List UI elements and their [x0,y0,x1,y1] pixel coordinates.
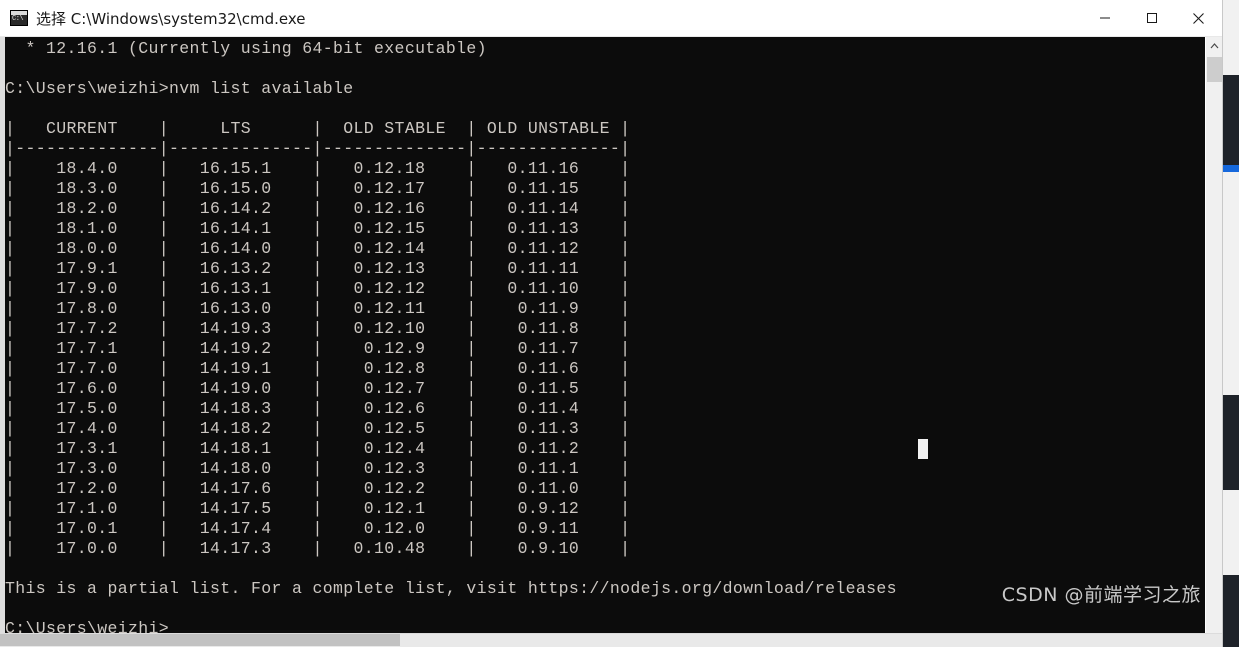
scroll-up-arrow[interactable] [1206,37,1222,54]
text-cursor [918,439,928,459]
horizontal-scrollbar[interactable] [0,633,1222,647]
console-window: 选择 C:\Windows\system32\cmd.exe [0,0,1222,647]
maximize-button[interactable] [1128,0,1175,36]
window-title: 选择 C:\Windows\system32\cmd.exe [36,9,306,28]
console-body: * 12.16.1 (Currently using 64-bit execut… [0,37,1222,633]
title-bar[interactable]: 选择 C:\Windows\system32\cmd.exe [0,0,1222,37]
console-output: * 12.16.1 (Currently using 64-bit execut… [5,39,897,633]
minimize-button[interactable] [1081,0,1128,36]
window-controls [1081,0,1222,36]
cmd-console-icon [10,10,28,26]
background-block-3 [1222,575,1239,647]
console-text-area[interactable]: * 12.16.1 (Currently using 64-bit execut… [0,37,1205,633]
background-accent-line [1222,165,1239,172]
horizontal-scroll-thumb[interactable] [0,634,400,646]
vertical-scroll-thumb[interactable] [1207,57,1222,82]
watermark: CSDN @前端学习之旅 [1001,584,1201,606]
background-block-1 [1222,75,1239,165]
console-left-edge [0,37,5,633]
background-block-2 [1222,395,1239,490]
close-button[interactable] [1175,0,1222,36]
vertical-scrollbar[interactable] [1205,37,1222,633]
